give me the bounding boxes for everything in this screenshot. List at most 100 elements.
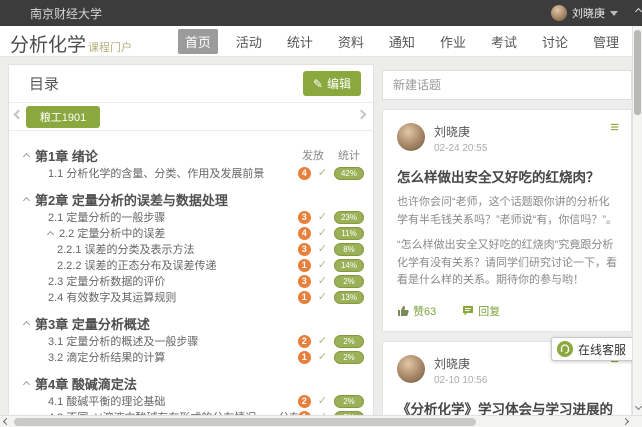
toc-section-row[interactable]: 2.2.1 误差的分类及表示方法 3 ✓ 8%	[9, 241, 373, 257]
count-badge: 4	[298, 227, 311, 240]
check-icon: ✓	[318, 212, 327, 223]
collapse-icon[interactable]	[47, 230, 54, 237]
pencil-icon: ✎	[313, 77, 323, 91]
toc-chapter-row[interactable]: 第3章 定量分析概述	[9, 313, 373, 333]
toc-chapter-row[interactable]: 第2章 定量分析的误差与数据处理	[9, 189, 373, 209]
avatar	[397, 355, 425, 383]
vertical-scrollbar[interactable]	[632, 0, 642, 415]
post-header: 刘晓庚 02-24 20:55	[397, 123, 617, 154]
toc-section-row[interactable]: 3.2 滴定分析结果的计算 1 ✓ 2%	[9, 349, 373, 365]
post-title[interactable]: 怎么样做出安全又好吃的红烧肉？	[397, 166, 617, 186]
toc-section-row[interactable]: 4.1 酸碱平衡的理论基础 2 ✓ 2%	[9, 393, 373, 409]
post-menu-icon[interactable]: ≡	[610, 120, 619, 135]
scroll-left-icon[interactable]	[3, 418, 10, 425]
check-icon: ✓	[318, 168, 327, 179]
section-title: 2.3 定量分析数据的评价	[48, 273, 165, 289]
nav-tab-7[interactable]: 讨论	[535, 29, 575, 54]
section-badges: 2 ✓ 2%	[298, 395, 373, 408]
collapse-icon[interactable]	[23, 196, 30, 203]
toc-section-row[interactable]: 2.2.2 误差的正态分布及误差传递 1 ✓ 14%	[9, 257, 373, 273]
toc-column-headers: 发放 统计	[302, 147, 373, 163]
check-icon: ✓	[318, 260, 327, 271]
section-title: 3.1 定量分析的概述及一般步骤	[48, 333, 198, 349]
section-title: 4.1 酸碱平衡的理论基础	[48, 393, 165, 409]
toc-panel: 目录 ✎ 编辑 粮工1901 第1章 绪论 发放 统计 1.1 分析化学的含量、…	[8, 64, 374, 427]
section-badges: 1 ✓ 2%	[298, 351, 373, 364]
like-button[interactable]: 赞63	[397, 303, 436, 319]
collapse-icon[interactable]	[23, 320, 30, 327]
toc-section-row[interactable]: 2.1 定量分析的一般步骤 3 ✓ 23%	[9, 209, 373, 225]
count-badge: 3	[298, 243, 311, 256]
edit-button[interactable]: ✎ 编辑	[303, 71, 361, 96]
post-date: 02-24 20:55	[434, 143, 487, 154]
section-title: 3.2 滴定分析结果的计算	[48, 349, 165, 365]
toc-section-row[interactable]: 2.3 定量分析数据的评价 3 ✓ 2%	[9, 273, 373, 289]
scroll-down-icon[interactable]	[634, 403, 641, 410]
section-badges: 3 ✓ 8%	[298, 243, 373, 256]
toc-chapter-row[interactable]: 第4章 酸碱滴定法	[9, 373, 373, 393]
chapter-title: 第1章 绪论	[35, 146, 98, 165]
progress-badge: 13%	[334, 291, 364, 304]
topbar: 南京财经大学 刘晓庚	[0, 0, 642, 26]
toc-header: 目录 ✎ 编辑	[9, 65, 373, 103]
section-badges: 1 ✓ 14%	[298, 259, 373, 272]
progress-badge: 23%	[334, 211, 364, 224]
reply-icon	[462, 305, 474, 317]
vertical-scroll-thumb[interactable]	[634, 30, 641, 115]
section-title: 2.4 有效数字及其运算规则	[48, 289, 176, 305]
chapter-title: 第3章 定量分析概述	[35, 314, 150, 333]
section-title: 2.2 定量分析中的误差	[59, 225, 165, 241]
post-list: 刘晓庚 02-24 20:55 ≡ 怎么样做出安全又好吃的红烧肉？ 也许你会问“…	[382, 109, 632, 427]
collapse-icon[interactable]	[23, 380, 30, 387]
progress-badge: 2%	[334, 351, 364, 364]
count-badge: 1	[298, 351, 311, 364]
nav-tab-4[interactable]: 通知	[382, 29, 422, 54]
toc-section-row[interactable]: 3.1 定量分析的概述及一般步骤 2 ✓ 2%	[9, 333, 373, 349]
col-header-distribute: 发放	[302, 147, 324, 163]
collapse-icon[interactable]	[23, 152, 30, 159]
toc-section-row[interactable]: 2.2 定量分析中的误差 4 ✓ 11%	[9, 225, 373, 241]
section-title: 2.2.2 误差的正态分布及误差传递	[57, 257, 217, 273]
nav-tab-6[interactable]: 考试	[484, 29, 524, 54]
nav-tab-0[interactable]: 首页	[178, 29, 218, 54]
nav-tab-3[interactable]: 资料	[331, 29, 371, 54]
nav-tab-5[interactable]: 作业	[433, 29, 473, 54]
check-icon: ✓	[318, 244, 327, 255]
nav-tab-2[interactable]: 统计	[280, 29, 320, 54]
progress-badge: 11%	[334, 227, 364, 240]
section-title: 2.2.1 误差的分类及表示方法	[57, 241, 195, 257]
chevron-left-icon[interactable]	[14, 110, 24, 120]
section-badges: 4 ✓ 42%	[298, 167, 373, 180]
edit-button-label: 编辑	[327, 75, 351, 92]
content-area: 目录 ✎ 编辑 粮工1901 第1章 绪论 发放 统计 1.1 分析化学的含量、…	[0, 57, 642, 427]
class-tab[interactable]: 粮工1901	[26, 106, 100, 128]
toc-section-row[interactable]: 2.4 有效数字及其运算规则 1 ✓ 13%	[9, 289, 373, 305]
col-header-stats: 统计	[338, 147, 360, 163]
chapter-title: 第4章 酸碱滴定法	[35, 374, 137, 393]
thumbs-up-icon	[397, 305, 409, 317]
check-icon: ✓	[318, 228, 327, 239]
toc-title: 目录	[29, 73, 59, 94]
horizontal-scrollbar[interactable]	[0, 415, 642, 427]
user-name: 刘晓庚	[572, 5, 605, 21]
app-window: 南京财经大学 刘晓庚 分析化学课程门户 首页活动统计资料通知作业考试讨论管理 目…	[0, 0, 642, 427]
online-service-button[interactable]: 在线客服	[551, 337, 635, 361]
count-badge: 2	[298, 395, 311, 408]
new-topic-input[interactable]	[382, 70, 632, 100]
user-menu[interactable]: 刘晓庚	[551, 0, 618, 26]
progress-badge: 2%	[334, 275, 364, 288]
scroll-right-icon[interactable]	[622, 418, 629, 425]
course-subtitle: 课程门户	[88, 42, 132, 54]
nav-tab-8[interactable]: 管理	[586, 29, 626, 54]
horizontal-scroll-thumb[interactable]	[14, 418, 476, 426]
reply-button[interactable]: 回复	[462, 303, 500, 319]
section-badges: 4 ✓ 11%	[298, 227, 373, 240]
nav-tab-1[interactable]: 活动	[229, 29, 269, 54]
chevron-right-icon[interactable]	[357, 110, 367, 120]
check-icon: ✓	[318, 336, 327, 347]
toc-section-row[interactable]: 1.1 分析化学的含量、分类、作用及发展前景 4 ✓ 42%	[9, 165, 373, 181]
count-badge: 1	[298, 291, 311, 304]
university-name: 南京财经大学	[30, 5, 102, 22]
post-author: 刘晓庚	[434, 123, 487, 140]
toc-chapter-row[interactable]: 第1章 绪论 发放 统计	[9, 145, 373, 165]
